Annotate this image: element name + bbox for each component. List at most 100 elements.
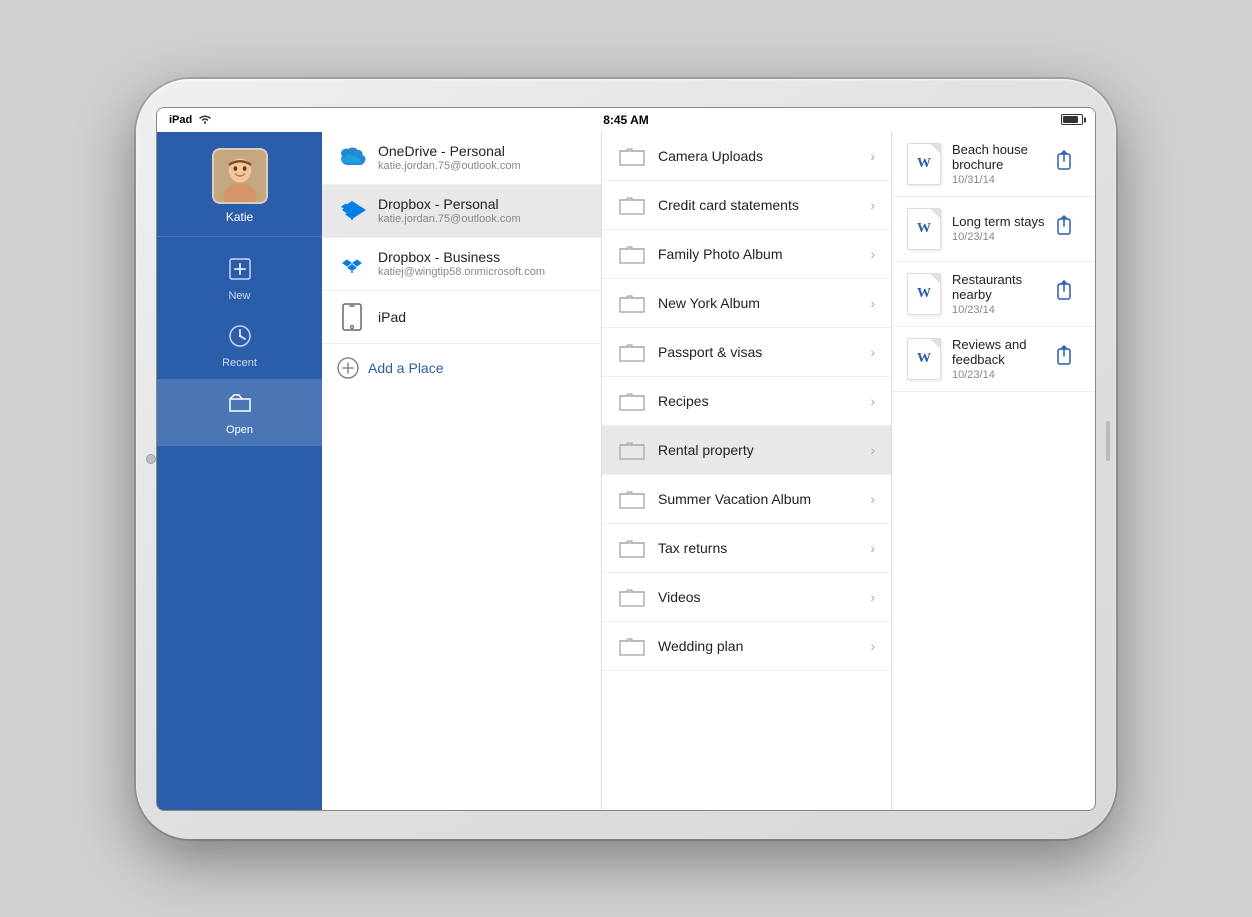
folder-icon — [618, 341, 646, 363]
battery-fill — [1063, 116, 1078, 123]
place-text-dropbox: Dropbox - Personal katie.jordan.75@outlo… — [378, 196, 587, 225]
chevron-icon: › — [870, 589, 875, 605]
file-info: Beach house brochure 10/31/14 — [952, 142, 1047, 186]
battery-icon — [1061, 114, 1083, 125]
chevron-icon: › — [870, 344, 875, 360]
file-date: 10/23/14 — [952, 304, 1047, 316]
folder-icon — [618, 292, 646, 314]
file-name: Restaurants nearby — [952, 272, 1047, 302]
share-icon[interactable] — [1047, 276, 1081, 311]
word-w-icon: W — [917, 156, 931, 172]
folder-recipes[interactable]: Recipes › — [602, 377, 891, 426]
place-email: katie.jordan.75@outlook.com — [378, 160, 587, 172]
folder-summer[interactable]: Summer Vacation Album › — [602, 475, 891, 524]
folder-icon — [618, 243, 646, 265]
open-icon — [226, 389, 254, 421]
chevron-icon: › — [870, 148, 875, 164]
folder-name-passport: Passport & visas — [658, 344, 870, 360]
share-icon[interactable] — [1047, 341, 1081, 376]
onedrive-icon — [336, 142, 368, 174]
dropbox-business-icon — [336, 248, 368, 280]
folder-icon — [618, 194, 646, 216]
sidebar-item-recent[interactable]: Recent — [157, 312, 322, 379]
folder-family-photo[interactable]: Family Photo Album › — [602, 230, 891, 279]
place-onedrive-personal[interactable]: OneDrive - Personal katie.jordan.75@outl… — [322, 132, 601, 185]
file-reviews[interactable]: W Reviews and feedback 10/23/14 — [892, 327, 1095, 392]
place-text-business: Dropbox - Business katiej@wingtip58.onmi… — [378, 249, 587, 278]
place-dropbox-personal[interactable]: Dropbox - Personal katie.jordan.75@outlo… — [322, 185, 601, 238]
file-restaurants[interactable]: W Restaurants nearby 10/23/14 — [892, 262, 1095, 327]
file-info: Restaurants nearby 10/23/14 — [952, 272, 1047, 316]
volume-button[interactable] — [1106, 421, 1110, 461]
chevron-icon: › — [870, 393, 875, 409]
place-text-ipad: iPad — [378, 309, 587, 325]
file-name: Reviews and feedback — [952, 337, 1047, 367]
file-info: Reviews and feedback 10/23/14 — [952, 337, 1047, 381]
chevron-icon: › — [870, 442, 875, 458]
ipad-icon — [336, 301, 368, 333]
folder-name-summer: Summer Vacation Album — [658, 491, 870, 507]
chevron-icon: › — [870, 491, 875, 507]
add-place-button[interactable]: Add a Place — [322, 344, 601, 392]
word-doc-icon: W — [906, 272, 942, 316]
chevron-icon: › — [870, 246, 875, 262]
file-date: 10/23/14 — [952, 231, 1047, 243]
file-date: 10/23/14 — [952, 369, 1047, 381]
share-icon[interactable] — [1047, 211, 1081, 246]
file-name: Beach house brochure — [952, 142, 1047, 172]
user-profile-section[interactable]: Katie — [157, 132, 322, 237]
file-date: 10/31/14 — [952, 174, 1047, 186]
folder-tax[interactable]: Tax returns › — [602, 524, 891, 573]
file-long-term[interactable]: W Long term stays 10/23/14 — [892, 197, 1095, 262]
folder-icon — [618, 635, 646, 657]
folder-camera-uploads[interactable]: Camera Uploads › — [602, 132, 891, 181]
folder-icon — [618, 145, 646, 167]
folder-credit-card[interactable]: Credit card statements › — [602, 181, 891, 230]
folder-name-tax: Tax returns — [658, 540, 870, 556]
word-w-icon: W — [917, 221, 931, 237]
app-area: Katie New — [157, 132, 1095, 810]
chevron-icon: › — [870, 540, 875, 556]
recent-icon — [226, 322, 254, 354]
share-icon[interactable] — [1047, 146, 1081, 181]
folder-name-newyork: New York Album — [658, 295, 870, 311]
add-place-label: Add a Place — [368, 360, 444, 376]
word-w-icon: W — [917, 286, 931, 302]
file-beach-house[interactable]: W Beach house brochure 10/31/14 — [892, 132, 1095, 197]
folder-icon — [618, 390, 646, 412]
new-icon — [226, 255, 254, 287]
chevron-icon: › — [870, 638, 875, 654]
status-right — [1061, 114, 1083, 125]
folder-name-credit: Credit card statements — [658, 197, 870, 213]
word-doc-icon: W — [906, 207, 942, 251]
folder-name-family: Family Photo Album — [658, 246, 870, 262]
place-ipad[interactable]: iPad — [322, 291, 601, 344]
chevron-icon: › — [870, 197, 875, 213]
sidebar-item-new[interactable]: New — [157, 245, 322, 312]
folder-wedding[interactable]: Wedding plan › — [602, 622, 891, 671]
folder-name-videos: Videos — [658, 589, 870, 605]
device-label: iPad — [169, 114, 192, 126]
file-name: Long term stays — [952, 214, 1047, 229]
open-label: Open — [226, 424, 253, 436]
ipad-place-name: iPad — [378, 309, 587, 325]
places-panel: OneDrive - Personal katie.jordan.75@outl… — [322, 132, 602, 810]
home-button[interactable] — [146, 454, 156, 464]
dropbox-personal-name: Dropbox - Personal — [378, 196, 587, 212]
sidebar-item-open[interactable]: Open — [157, 379, 322, 446]
files-panel: W Beach house brochure 10/31/14 — [892, 132, 1095, 810]
folder-new-york[interactable]: New York Album › — [602, 279, 891, 328]
folder-passport[interactable]: Passport & visas › — [602, 328, 891, 377]
folder-rental[interactable]: Rental property › — [602, 426, 891, 475]
dropbox-personal-email: katie.jordan.75@outlook.com — [378, 213, 587, 225]
folder-videos[interactable]: Videos › — [602, 573, 891, 622]
screen: iPad 8:45 AM — [156, 107, 1096, 811]
dropbox-business-email: katiej@wingtip58.onmicrosoft.com — [378, 266, 587, 278]
place-text: OneDrive - Personal katie.jordan.75@outl… — [378, 143, 587, 172]
word-doc-icon: W — [906, 142, 942, 186]
place-dropbox-business[interactable]: Dropbox - Business katiej@wingtip58.onmi… — [322, 238, 601, 291]
folder-name-recipes: Recipes — [658, 393, 870, 409]
folder-name-camera: Camera Uploads — [658, 148, 870, 164]
file-info: Long term stays 10/23/14 — [952, 214, 1047, 243]
folder-name-rental: Rental property — [658, 442, 870, 458]
